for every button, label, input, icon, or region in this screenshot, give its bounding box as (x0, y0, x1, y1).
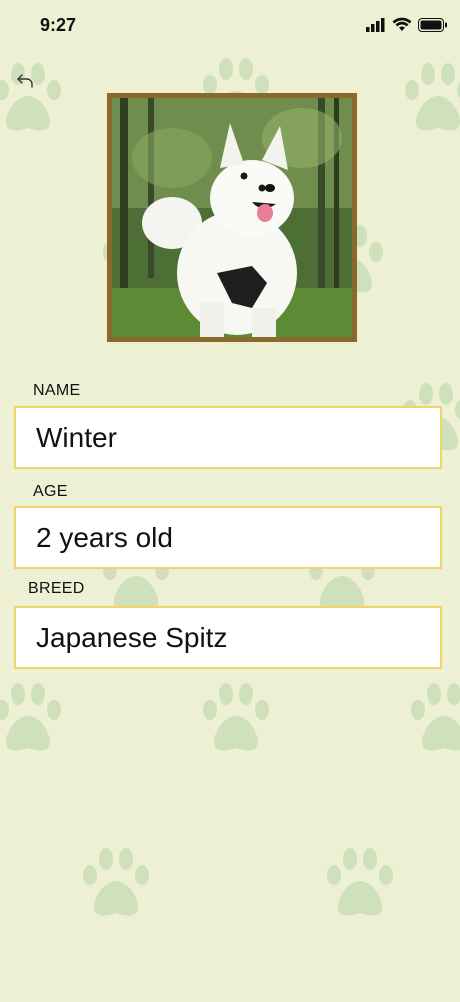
breed-label: BREED (28, 580, 85, 597)
name-field[interactable]: Winter (14, 406, 442, 469)
age-label: AGE (33, 483, 68, 500)
breed-field[interactable]: Japanese Spitz (14, 606, 442, 669)
paw-print-icon (404, 680, 460, 760)
dog-photo-frame (107, 93, 357, 342)
paw-print-icon (0, 680, 68, 760)
back-arrow-icon (17, 74, 33, 88)
battery-icon (418, 17, 447, 32)
back-button[interactable] (14, 70, 36, 92)
dog-photo (112, 98, 352, 337)
paw-print-icon (196, 680, 276, 760)
paw-print-icon (76, 845, 156, 925)
age-field[interactable]: 2 years old (14, 506, 442, 569)
status-time: 9:27 (40, 15, 77, 35)
wifi-icon (392, 17, 412, 31)
cellular-signal-icon (366, 17, 385, 32)
paw-print-icon (398, 60, 460, 140)
status-bar: 9:27 (0, 0, 460, 50)
status-icons (366, 17, 448, 32)
paw-print-icon (320, 845, 400, 925)
name-label: NAME (33, 382, 81, 399)
dog-illustration (112, 98, 352, 337)
